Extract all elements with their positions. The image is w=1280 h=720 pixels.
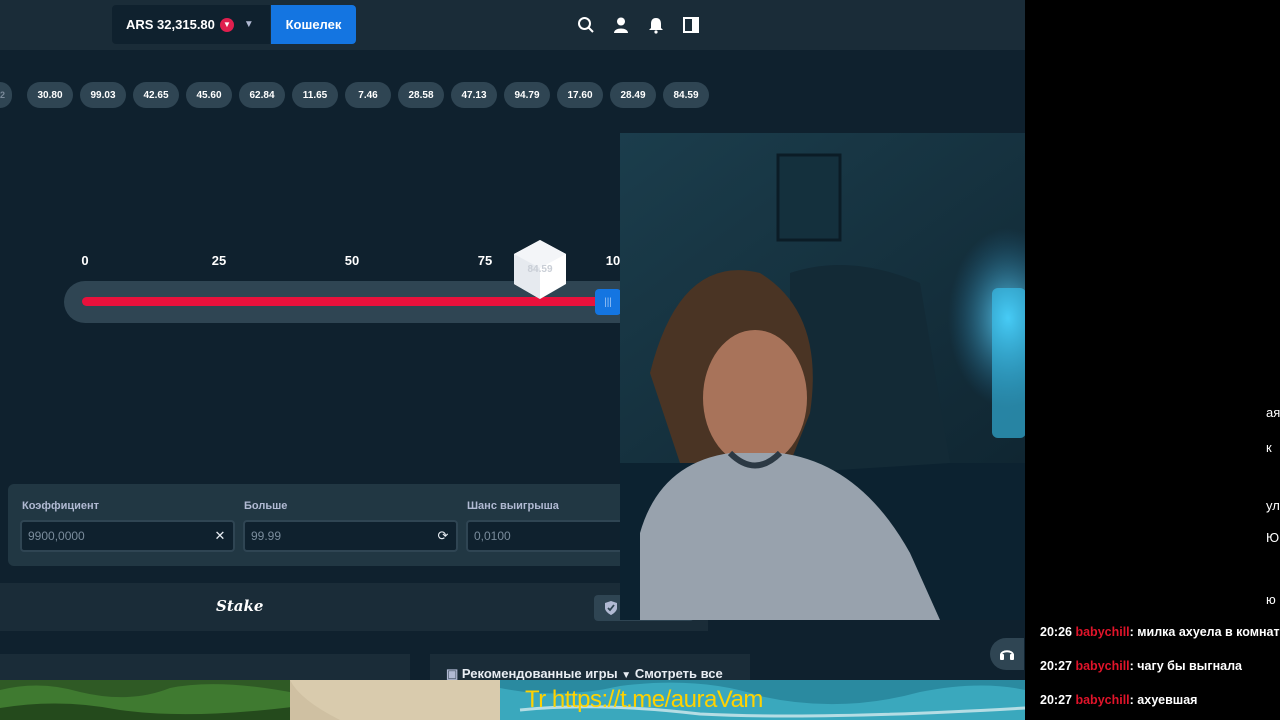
chat-time: 20:26 <box>1040 625 1072 639</box>
support-button[interactable] <box>990 638 1024 670</box>
chat-cut-text: ю <box>1266 592 1276 607</box>
stake-logo: Stake <box>216 597 264 615</box>
win-chance-label: Шанс выигрыша <box>467 500 559 512</box>
history-pill: 17.60 <box>557 82 603 108</box>
slider-tick: 75 <box>477 253 493 268</box>
roll-history: 2 30.80 99.03 42.65 45.60 62.84 11.65 7.… <box>0 82 716 108</box>
history-pill: 7.46 <box>345 82 391 108</box>
history-pill: 62.84 <box>239 82 285 108</box>
telegram-link-overlay[interactable]: Tr https://t.me/auraVam <box>525 686 763 714</box>
slider-tick: 50 <box>344 253 360 268</box>
chat-username: babychill <box>1075 693 1130 707</box>
slider-tick: 25 <box>211 253 227 268</box>
balance-dropdown[interactable]: ARS 32,315.80 ▼ ▼ <box>112 5 270 44</box>
history-pill: 42.65 <box>133 82 179 108</box>
history-pill: 99.03 <box>80 82 126 108</box>
chat-username: babychill <box>1075 659 1130 673</box>
multiplier-input[interactable]: 9900,0000 <box>20 520 235 552</box>
search-icon[interactable] <box>575 14 597 36</box>
win-chance-value: 0,0100 <box>474 529 511 543</box>
chat-text: : ахуевшая <box>1129 693 1198 707</box>
close-icon[interactable]: ✕ <box>211 527 229 545</box>
bell-icon[interactable] <box>645 14 667 36</box>
slider-handle[interactable]: ||| <box>595 289 621 315</box>
dice-result-value: 84.59 <box>527 264 553 275</box>
user-icon[interactable] <box>610 14 632 36</box>
roll-over-input[interactable]: 99.99 <box>243 520 458 552</box>
chat-cut-text: ая <box>1266 405 1280 420</box>
chat-text: : милка ахуела в комнате ку <box>1129 625 1280 639</box>
casino-card <box>0 654 410 680</box>
chat-message: 20:27 babychill: чагу бы выгнала <box>1040 659 1242 673</box>
history-pill: 47.13 <box>451 82 497 108</box>
history-pill: 11.65 <box>292 82 338 108</box>
beach-banner <box>0 680 1025 720</box>
chat-time: 20:27 <box>1040 659 1072 673</box>
chat-username: babychill <box>1075 625 1130 639</box>
refresh-icon[interactable]: ⟳ <box>434 527 452 545</box>
chat-cut-text: ул <box>1266 498 1280 513</box>
history-pill: 94.79 <box>504 82 550 108</box>
recommended-games-label: Рекомендованные игры <box>461 666 618 681</box>
shield-check-icon <box>605 601 617 615</box>
ars-coin-icon: ▼ <box>219 17 234 32</box>
stream-sidebar <box>1025 0 1280 720</box>
chevron-down-icon: ▼ <box>243 19 254 30</box>
wallet-button[interactable]: Кошелек <box>271 5 356 44</box>
multiplier-label: Коэффициент <box>22 500 100 512</box>
history-pill: 30.80 <box>27 82 73 108</box>
history-pill: 2 <box>0 82 12 108</box>
chat-message: 20:27 babychill: ахуевшая <box>1040 693 1197 707</box>
history-pill: 28.58 <box>398 82 444 108</box>
roll-over-value: 99.99 <box>251 529 282 543</box>
slider-tick: 10 <box>605 253 621 268</box>
slider-tick: 0 <box>81 253 89 268</box>
roll-over-label: Больше <box>244 500 288 512</box>
headset-icon <box>1000 650 1014 660</box>
chat-cut-text: к <box>1266 440 1272 455</box>
history-pill: 28.49 <box>610 82 656 108</box>
sidebar-toggle-icon[interactable] <box>680 14 702 36</box>
history-pill: 45.60 <box>186 82 232 108</box>
chat-time: 20:27 <box>1040 693 1072 707</box>
view-all-link[interactable]: Смотреть все <box>635 666 723 681</box>
multiplier-value: 9900,0000 <box>28 529 85 543</box>
chat-text: : чагу бы выгнала <box>1129 659 1242 673</box>
win-chance-input[interactable]: 0,0100 <box>466 520 636 552</box>
games-icon: ▣ <box>446 666 459 681</box>
history-pill: 84.59 <box>663 82 709 108</box>
balance-amount: ARS 32,315.80 <box>126 17 215 32</box>
chat-message: 20:26 babychill: милка ахуела в комнате … <box>1040 625 1280 639</box>
chat-cut-text: Ю <box>1266 530 1280 545</box>
